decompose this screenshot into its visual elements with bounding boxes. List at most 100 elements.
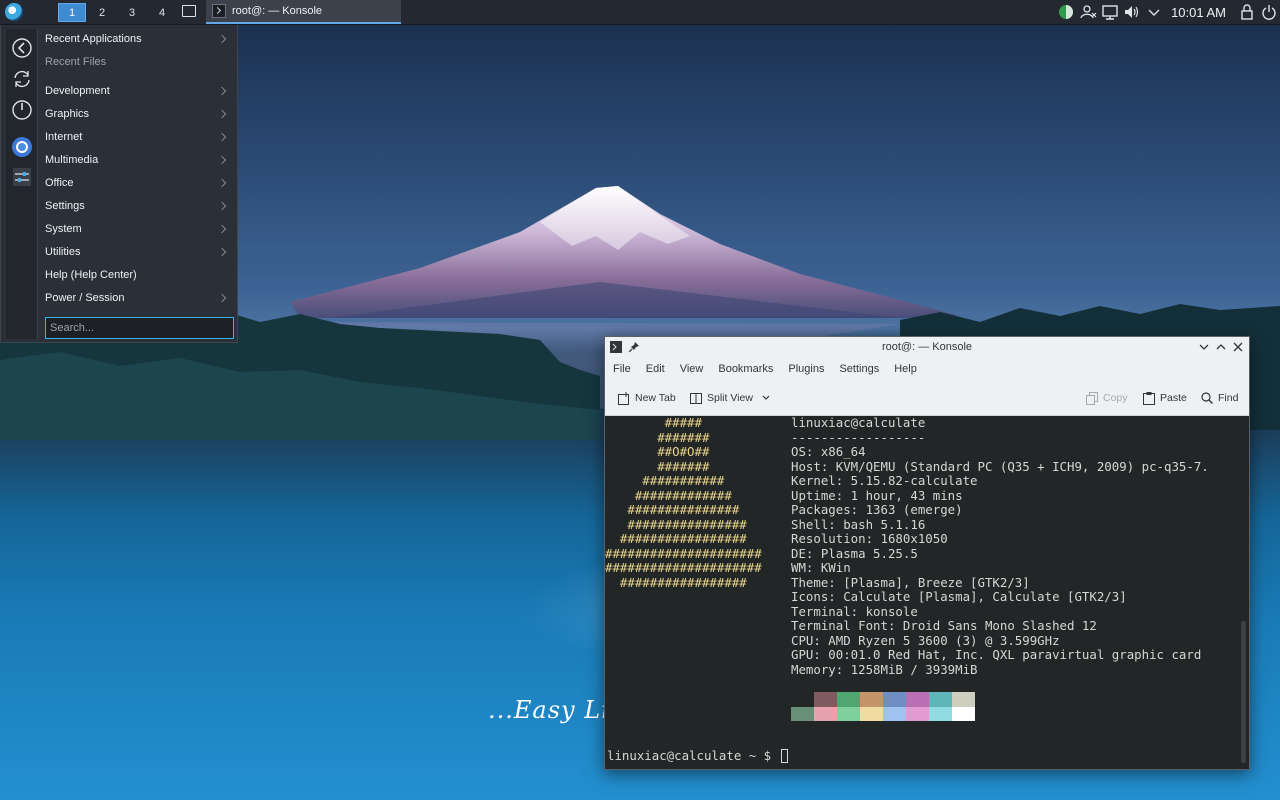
menu-category-item[interactable]: Graphics	[45, 103, 235, 126]
chromium-icon[interactable]	[11, 136, 33, 158]
logo-line: ################	[605, 516, 747, 532]
color-swatch	[883, 706, 906, 721]
menu-category-item[interactable]: Internet	[45, 126, 235, 149]
color-swatch	[791, 692, 814, 707]
chevron-right-icon	[217, 178, 227, 188]
konsole-window: root@: — Konsole File Edit View Bookmark…	[604, 336, 1250, 770]
menu-category-item[interactable]: Office	[45, 172, 235, 195]
logo-line: #######	[605, 429, 710, 445]
new-tab-icon	[618, 391, 630, 405]
chevron-down-icon[interactable]	[761, 393, 771, 403]
maximize-icon[interactable]	[1215, 341, 1227, 353]
power-icon[interactable]	[1258, 0, 1280, 24]
menu-settings[interactable]: Settings	[839, 363, 879, 375]
logo-line: ###########	[605, 473, 725, 488]
menu-category-item[interactable]: Settings	[45, 195, 235, 218]
terminal-view[interactable]: ##### ####### ##O#O## ####### ##########…	[605, 416, 1249, 769]
system-settings-icon[interactable]	[11, 166, 33, 188]
menu-category-label: Office	[45, 177, 74, 189]
menu-category-label: Internet	[45, 131, 83, 143]
logo-line: #######	[605, 458, 710, 474]
info-line: linuxiac@calculate	[791, 416, 926, 430]
display-config-icon[interactable]	[1099, 0, 1121, 24]
copy-button[interactable]: Copy	[1086, 390, 1128, 406]
chevron-right-icon	[217, 34, 227, 44]
menu-category-item[interactable]: System	[45, 218, 235, 241]
menu-edit[interactable]: Edit	[646, 363, 665, 375]
menu-category-item[interactable]: Power / Session	[45, 287, 235, 310]
logo-line: #####	[605, 416, 702, 430]
taskbar-item-konsole[interactable]: root@: — Konsole	[206, 0, 401, 24]
info-line: Kernel: 5.15.82-calculate	[791, 473, 978, 488]
info-line: Packages: 1363 (emerge)	[791, 502, 963, 517]
chevron-right-icon	[217, 109, 227, 119]
menu-category-item[interactable]: Recent Applications	[45, 28, 235, 51]
color-swatch	[906, 692, 929, 707]
paste-button[interactable]: Paste	[1143, 390, 1187, 406]
menu-bookmarks[interactable]: Bookmarks	[718, 363, 773, 375]
find-button[interactable]: Find	[1201, 390, 1238, 406]
close-icon[interactable]	[1232, 341, 1244, 353]
menu-category-label: Settings	[45, 200, 85, 212]
menu-file[interactable]: File	[613, 363, 631, 375]
menu-category-item[interactable]: Multimedia	[45, 149, 235, 172]
menu-category-item[interactable]: Development	[45, 80, 235, 103]
menu-plugins[interactable]: Plugins	[788, 363, 824, 375]
info-line: GPU: 00:01.0 Red Hat, Inc. QXL paravirtu…	[791, 647, 1202, 662]
terminal-icon	[212, 4, 226, 18]
menu-search-input[interactable]	[45, 317, 234, 339]
menu-category-item[interactable]: Recent Files	[45, 51, 235, 74]
color-swatch	[814, 706, 837, 721]
show-desktop-icon[interactable]	[182, 5, 196, 17]
logo-line: #################	[605, 574, 747, 590]
terminal-scrollbar[interactable]	[1241, 621, 1246, 763]
info-line: Uptime: 1 hour, 43 mins	[791, 487, 963, 503]
shutdown-icon[interactable]	[11, 99, 33, 121]
split-view-button[interactable]: Split View	[690, 390, 771, 406]
desktop-1-button[interactable]: 1	[58, 3, 86, 22]
user-switch-icon[interactable]	[1077, 0, 1099, 24]
logo-line: #####################	[605, 560, 762, 575]
logo-line: ##O#O##	[605, 444, 710, 459]
desktop-2-button[interactable]: 2	[88, 3, 116, 22]
new-tab-button[interactable]: New Tab	[618, 390, 676, 406]
volume-icon[interactable]	[1121, 0, 1143, 24]
color-swatch	[860, 706, 883, 721]
color-palette	[791, 692, 975, 721]
info-line: Theme: [Plasma], Breeze [GTK2/3]	[791, 574, 1030, 590]
logo-line: #############	[605, 487, 732, 503]
menu-help[interactable]: Help	[894, 363, 917, 375]
color-swatch	[952, 706, 975, 721]
info-line: WM: KWin	[791, 560, 851, 575]
menu-category-label: Power / Session	[45, 292, 125, 304]
calculate-update-icon[interactable]	[1055, 0, 1077, 24]
clock[interactable]: 10:01 AM	[1171, 5, 1226, 20]
color-swatch	[883, 692, 906, 707]
search-icon	[1201, 391, 1213, 405]
info-line: DE: Plasma 5.25.5	[791, 545, 918, 561]
menu-category-label: Recent Applications	[45, 33, 142, 45]
menu-category-item[interactable]: Help (Help Center)	[45, 264, 235, 287]
window-titlebar[interactable]: root@: — Konsole	[605, 337, 1249, 358]
refresh-icon[interactable]	[11, 68, 33, 90]
color-swatch	[814, 692, 837, 707]
desktop-3-button[interactable]: 3	[118, 3, 146, 22]
application-launcher-icon[interactable]	[5, 3, 23, 21]
logo-line: #################	[605, 531, 747, 546]
menu-category-item[interactable]: Utilities	[45, 241, 235, 264]
info-line: OS: x86_64	[791, 444, 866, 459]
konsole-toolbar: New Tab Split View Copy Paste Find	[605, 380, 1249, 416]
menu-view[interactable]: View	[680, 363, 704, 375]
chevron-down-icon[interactable]	[1143, 0, 1165, 24]
shell-prompt: linuxiac@calculate ~ $	[607, 748, 788, 764]
lock-screen-icon[interactable]	[1236, 0, 1258, 24]
minimize-icon[interactable]	[1198, 341, 1210, 353]
ascii-logo: ##### ####### ##O#O## ####### ##########…	[605, 416, 780, 590]
back-icon[interactable]	[11, 37, 33, 59]
favorites-bar	[6, 29, 38, 339]
info-line: Memory: 1258MiB / 3939MiB	[791, 661, 978, 677]
chevron-right-icon	[217, 86, 227, 96]
chevron-right-icon	[217, 224, 227, 234]
chevron-right-icon	[217, 247, 227, 257]
desktop-4-button[interactable]: 4	[148, 3, 176, 22]
